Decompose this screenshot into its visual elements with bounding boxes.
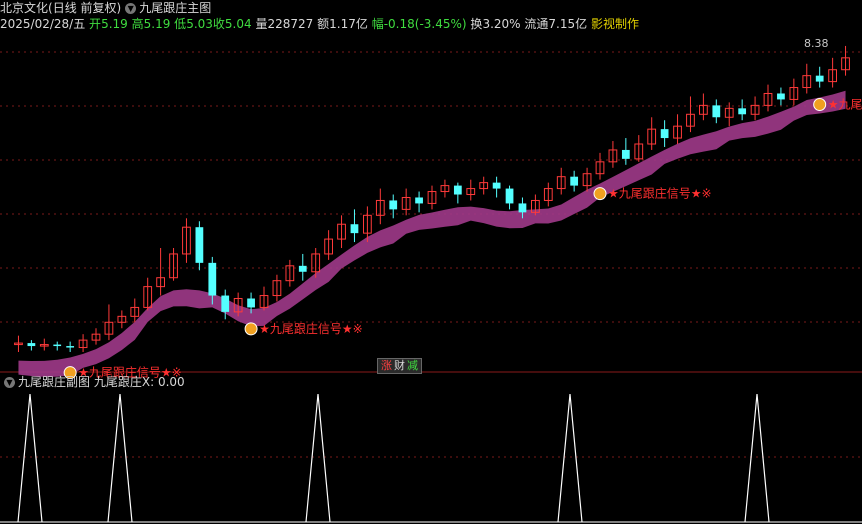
- signal-coin-icon: [813, 98, 827, 112]
- sub-series-value: 0.00: [157, 375, 185, 389]
- candle-body: [415, 197, 423, 204]
- signal-coin-icon: [593, 187, 607, 201]
- candle-body: [350, 224, 359, 234]
- candlesticks: [14, 45, 850, 352]
- signal-label: ★九尾跟庄信号★※: [828, 97, 862, 112]
- candle-body: [298, 265, 307, 272]
- rise-fall-char-1: 涨: [381, 359, 392, 372]
- sub-chart: [0, 393, 862, 523]
- candle-body: [621, 149, 630, 159]
- sub-spike: [107, 393, 133, 523]
- candle-body: [453, 185, 462, 195]
- candle-body: [389, 200, 398, 210]
- signal-coin-icon: [244, 322, 258, 336]
- sub-chart-header: ▼ 九尾跟庄副图 九尾跟庄X: 0.00: [0, 374, 185, 390]
- sub-spike: [17, 393, 43, 523]
- candle-body: [738, 108, 747, 115]
- candle-body: [492, 182, 501, 189]
- signal-label: ★九尾跟庄信号★※: [608, 186, 712, 201]
- candle-body: [66, 346, 75, 348]
- candle-body: [27, 343, 36, 347]
- sub-spike: [744, 393, 770, 523]
- signal-marker: ★九尾跟庄信号★※: [593, 186, 712, 201]
- signal-marker: ★九尾跟庄信号★※: [813, 97, 862, 112]
- candle-body: [712, 105, 721, 118]
- rise-fall-char-3: 减: [407, 359, 418, 372]
- signal-marker: ★九尾跟庄信号★※: [244, 321, 363, 336]
- candle-body: [777, 93, 785, 100]
- chevron-down-icon[interactable]: ▼: [4, 377, 15, 388]
- candle-body: [660, 129, 669, 139]
- high-price-label: 8.38: [804, 37, 829, 50]
- candle-body: [518, 203, 527, 213]
- signal-markers: ★九尾跟庄信号★※★九尾跟庄信号★※★九尾跟庄信号★※★九尾跟庄信号★※: [63, 97, 862, 380]
- sub-spike: [557, 393, 583, 523]
- candle-body: [221, 295, 230, 312]
- candle-body: [247, 298, 255, 308]
- candle-body: [570, 176, 579, 186]
- price-chart[interactable]: ★九尾跟庄信号★※★九尾跟庄信号★※★九尾跟庄信号★※★九尾跟庄信号★※ 8.3…: [0, 0, 862, 524]
- candle-body: [53, 344, 62, 347]
- rise-fall-char-2: 财: [394, 359, 405, 372]
- candle-body: [815, 75, 824, 82]
- ribbon-band: [18, 90, 846, 377]
- signal-label: ★九尾跟庄信号★※: [259, 321, 363, 336]
- candle-body: [195, 227, 204, 263]
- sub-indicator-name[interactable]: 九尾跟庄副图: [18, 375, 90, 389]
- candle-body: [505, 188, 514, 204]
- candle-body: [208, 262, 217, 296]
- sub-series-label: 九尾跟庄X: [93, 375, 151, 389]
- sub-spike: [305, 393, 331, 523]
- rise-fall-button[interactable]: 涨财减: [377, 358, 422, 374]
- trend-ribbon: [18, 90, 846, 377]
